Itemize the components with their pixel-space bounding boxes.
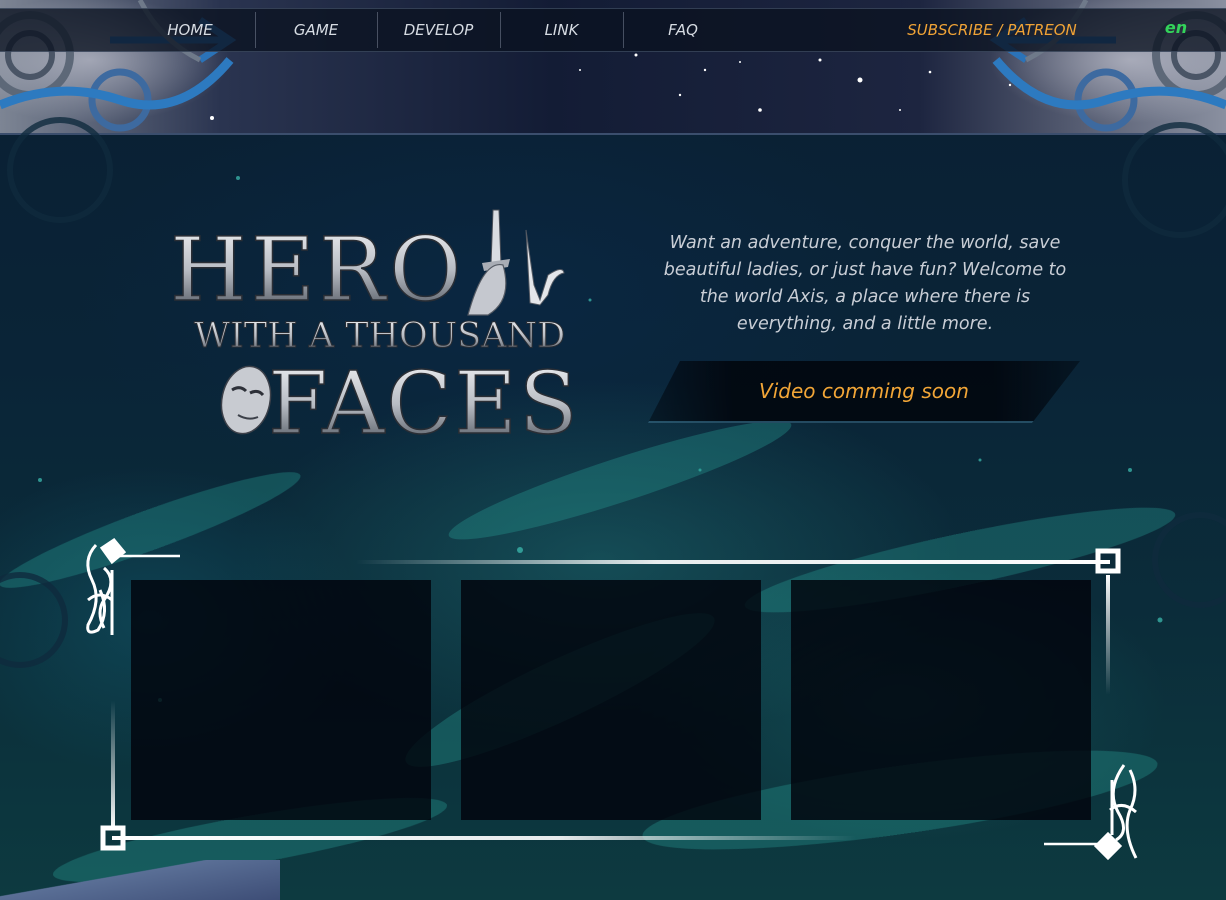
video-coming-soon-label: Video comming soon [759, 379, 969, 403]
sword-icon [467, 209, 565, 316]
nav-develop[interactable]: DEVELOP [377, 9, 500, 51]
nav-home[interactable]: HOME [130, 9, 250, 51]
logo-line-hero: HERO [170, 218, 465, 321]
nav-game[interactable]: GAME [255, 9, 377, 51]
video-banner[interactable]: Video comming soon [648, 361, 1080, 423]
logo-line-faces: FACES [268, 354, 580, 450]
nav-faq[interactable]: FAQ [623, 9, 743, 51]
language-selector[interactable]: en [1158, 9, 1194, 51]
nav-link[interactable]: LINK [500, 9, 623, 51]
game-logo[interactable]: HERO WITH A THOUSAND FACES [168, 205, 588, 450]
logo-line-subtitle: WITH A THOUSAND [194, 316, 565, 356]
nav-subscribe-patreon[interactable]: SUBSCRIBE / PATREON [900, 9, 1084, 51]
ornamental-frame [86, 538, 1138, 861]
intro-text: Want an adventure, conquer the world, sa… [663, 233, 1067, 334]
top-nav: HOME GAME DEVELOP LINK FAQ SUBSCRIBE / P… [0, 8, 1226, 52]
